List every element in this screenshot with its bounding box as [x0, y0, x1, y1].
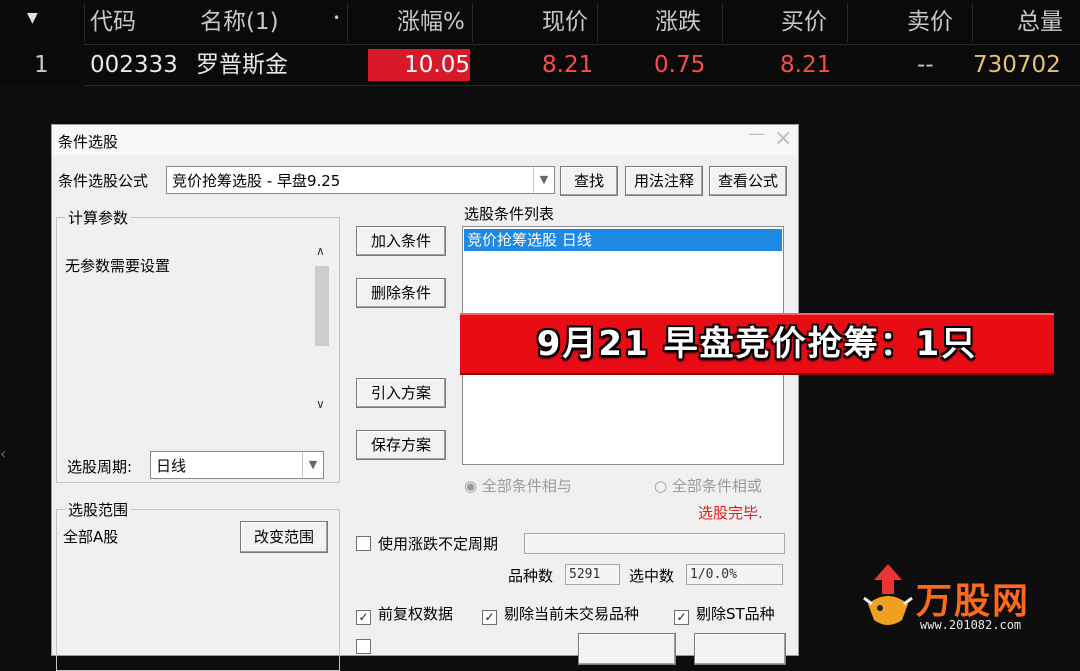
dialog-titlebar[interactable]: 条件选股 — × [52, 124, 798, 155]
col-header-price[interactable]: 现价 [542, 2, 588, 42]
option-untraded-checkbox[interactable]: ✓ 剔除当前未交易品种 [482, 603, 639, 625]
save-plan-button[interactable]: 保存方案 [356, 430, 446, 460]
col-header-change[interactable]: 涨跌 [655, 2, 701, 42]
radio-all-and-label: 全部条件相与 [481, 477, 572, 495]
partial-button-2[interactable] [694, 633, 786, 665]
add-condition-button[interactable]: 加入条件 [356, 226, 446, 256]
checkbox-empty-icon [356, 536, 371, 551]
col-header-name[interactable]: 名称(1) [200, 2, 279, 42]
bid-value: 8.21 [780, 52, 832, 78]
radio-selected-icon: ◉ [464, 477, 478, 495]
partial-checkbox[interactable] [356, 638, 378, 656]
promo-banner: 9月21 早盘竞价抢筹：1只 [460, 313, 1054, 375]
radio-empty-icon: ○ [654, 477, 668, 495]
option-untraded-label: 剔除当前未交易品种 [504, 605, 640, 623]
change-value: 0.75 [654, 52, 706, 78]
delete-condition-button[interactable]: 删除条件 [356, 278, 446, 308]
checkbox-checked-icon: ✓ [482, 610, 497, 625]
stock-code: 002333 [90, 52, 178, 78]
period-input[interactable] [524, 533, 785, 554]
list-item[interactable]: 竞价抢筹选股 日线 [464, 229, 782, 251]
checkbox-checked-icon [356, 639, 371, 654]
period-label: 选股周期: [67, 458, 133, 476]
use-period-checkbox[interactable]: 使用涨跌不定周期 [356, 533, 498, 554]
chevron-down-icon[interactable]: ▼ [302, 452, 323, 478]
quote-header-row: ▼ 代码 名称(1) • 涨幅% 现价 涨跌 买价 卖价 总量 [0, 2, 1080, 44]
period-select-value: 日线 [156, 457, 187, 475]
formula-label: 条件选股公式 [58, 172, 149, 190]
params-group-title: 计算参数 [65, 207, 132, 228]
watermark-url: www.201082.com [920, 618, 1022, 632]
count-field: 5291 [565, 564, 620, 585]
option-st-checkbox[interactable]: ✓ 剔除ST品种 [674, 603, 775, 625]
count-label: 品种数 [508, 567, 554, 585]
col-header-change-pct[interactable]: 涨幅% [397, 2, 465, 42]
minimize-icon[interactable]: — [748, 124, 765, 144]
watermark-brand: 万股网 [916, 581, 1031, 622]
stock-screener-dialog: 条件选股 — × 条件选股公式 竞价抢筹选股 - 早盘9.25 ▼ 查找 用法注… [51, 124, 799, 671]
change-pct-value: 10.05 [368, 49, 470, 81]
chevron-down-icon[interactable]: ▼ [533, 167, 554, 193]
sort-dropdown-icon[interactable]: ▼ [27, 10, 38, 26]
radio-all-or-label: 全部条件相或 [671, 477, 762, 495]
view-formula-button[interactable]: 查看公式 [709, 166, 787, 196]
site-watermark: 万股网 www.201082.com [858, 558, 1080, 642]
import-plan-button[interactable]: 引入方案 [356, 378, 446, 408]
status-text: 选股完毕. [698, 504, 763, 522]
params-group: 计算参数 无参数需要设置 ∧ ∨ [56, 207, 340, 483]
scrollbar-thumb[interactable] [315, 266, 329, 346]
volume-value: 730702 [973, 52, 1061, 78]
change-range-button[interactable]: 改变范围 [240, 521, 328, 553]
use-period-label: 使用涨跌不定周期 [378, 535, 499, 553]
sort-indicator: • [333, 11, 341, 25]
params-scrollbar[interactable]: ∧ ∨ [312, 242, 332, 418]
checkbox-checked-icon: ✓ [674, 610, 689, 625]
dialog-title: 条件选股 [58, 133, 119, 151]
condition-list-title: 选股条件列表 [464, 205, 555, 223]
partial-button-1[interactable] [578, 633, 676, 665]
col-header-volume[interactable]: 总量 [1017, 2, 1063, 42]
option-st-label: 剔除ST品种 [696, 605, 775, 623]
selected-field: 1/0.0% [686, 564, 783, 585]
col-header-ask[interactable]: 卖价 [907, 2, 953, 42]
ask-value: -- [917, 52, 934, 78]
banner-text: 9月21 早盘竞价抢筹：1只 [536, 324, 978, 364]
price-value: 8.21 [542, 52, 594, 78]
close-icon[interactable]: × [774, 126, 792, 151]
option-adjust-checkbox[interactable]: ✓ 前复权数据 [356, 603, 453, 625]
checkbox-checked-icon: ✓ [356, 610, 371, 625]
find-button[interactable]: 查找 [560, 166, 618, 196]
range-text: 全部A股 [63, 528, 119, 546]
table-row[interactable]: 1 002333 罗普斯金 10.05 8.21 0.75 8.21 -- 73… [0, 45, 1080, 85]
col-header-bid[interactable]: 买价 [781, 2, 827, 42]
option-adjust-label: 前复权数据 [378, 605, 454, 623]
row-index: 1 [34, 52, 49, 78]
bull-logo-icon [863, 564, 913, 625]
selected-label: 选中数 [629, 567, 675, 585]
radio-all-and[interactable]: ◉ 全部条件相与 [464, 475, 572, 496]
formula-select[interactable]: 竞价抢筹选股 - 早盘9.25 ▼ [166, 166, 555, 194]
period-select[interactable]: 日线 ▼ [150, 451, 324, 479]
scroll-up-icon[interactable]: ∧ [316, 244, 325, 258]
params-text: 无参数需要设置 [65, 257, 171, 275]
usage-notes-button[interactable]: 用法注释 [625, 166, 703, 196]
chevron-left-icon[interactable]: ‹ [0, 444, 6, 463]
scroll-down-icon[interactable]: ∨ [316, 397, 325, 411]
quote-table: ▼ 代码 名称(1) • 涨幅% 现价 涨跌 买价 卖价 总量 1 002333… [0, 0, 1080, 86]
radio-all-or[interactable]: ○ 全部条件相或 [654, 475, 762, 496]
formula-select-value: 竞价抢筹选股 - 早盘9.25 [172, 172, 341, 190]
stock-name: 罗普斯金 [196, 52, 288, 78]
range-group-title: 选股范围 [65, 499, 132, 520]
col-header-code[interactable]: 代码 [90, 2, 136, 42]
